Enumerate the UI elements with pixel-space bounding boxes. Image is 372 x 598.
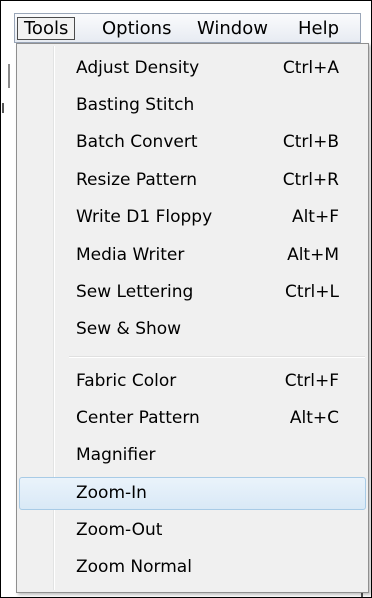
menu-item-label: Magnifier <box>76 445 156 465</box>
menu-window[interactable]: Window <box>191 17 274 40</box>
menu-item-shortcut: Alt+M <box>287 245 339 265</box>
menu-tools[interactable]: Tools <box>17 17 76 40</box>
menu-item-label: Zoom-Out <box>76 520 163 540</box>
tools-dropdown-menu: Adjust Density Ctrl+A Basting Stitch Bat… <box>16 43 369 593</box>
menu-item-fabric-color[interactable]: Fabric Color Ctrl+F <box>19 365 366 398</box>
menu-item-basting-stitch[interactable]: Basting Stitch <box>19 89 366 122</box>
menu-item-label: Fabric Color <box>76 371 177 391</box>
menu-separator <box>69 356 365 358</box>
menu-item-label: Batch Convert <box>76 132 198 152</box>
menu-item-sew-lettering[interactable]: Sew Lettering Ctrl+L <box>19 276 366 309</box>
screenshot-frame: Tools Options Window Help Adjust Density… <box>0 0 372 598</box>
menu-item-adjust-density[interactable]: Adjust Density Ctrl+A <box>19 52 366 85</box>
menu-item-label: Sew Lettering <box>76 282 194 302</box>
menu-item-label: Resize Pattern <box>76 170 198 190</box>
menu-item-center-pattern[interactable]: Center Pattern Alt+C <box>19 402 366 435</box>
menu-item-shortcut: Ctrl+R <box>282 170 339 190</box>
background-edge <box>8 64 10 88</box>
menu-bar: Tools Options Window Help <box>14 13 361 43</box>
background-edge <box>2 103 4 113</box>
menu-item-label: Write D1 Floppy <box>76 207 213 227</box>
menu-item-media-writer[interactable]: Media Writer Alt+M <box>19 239 366 272</box>
menu-item-zoom-out[interactable]: Zoom-Out <box>19 514 366 547</box>
menu-item-shortcut: Ctrl+A <box>282 58 339 78</box>
menu-item-label: Media Writer <box>76 245 185 265</box>
menu-item-batch-convert[interactable]: Batch Convert Ctrl+B <box>19 126 366 159</box>
menu-item-label: Basting Stitch <box>76 95 195 115</box>
background-window <box>2 45 16 593</box>
menu-item-label: Zoom-In <box>76 483 147 503</box>
menu-item-zoom-in[interactable]: Zoom-In <box>19 477 366 510</box>
menu-item-resize-pattern[interactable]: Resize Pattern Ctrl+R <box>19 164 366 197</box>
menu-item-shortcut: Alt+F <box>291 207 339 227</box>
menu-item-label: Zoom Normal <box>76 557 192 577</box>
menu-item-label: Sew & Show <box>76 319 182 339</box>
menu-item-shortcut: Ctrl+F <box>284 371 339 391</box>
menu-item-write-d1-floppy[interactable]: Write D1 Floppy Alt+F <box>19 201 366 234</box>
menu-item-zoom-normal[interactable]: Zoom Normal <box>19 551 366 584</box>
menu-item-label: Adjust Density <box>76 58 200 78</box>
menu-item-shortcut: Alt+C <box>289 408 339 428</box>
menu-item-shortcut: Ctrl+L <box>285 282 339 302</box>
menu-item-sew-and-show[interactable]: Sew & Show <box>19 313 366 346</box>
menu-item-label: Center Pattern <box>76 408 200 428</box>
menu-item-shortcut: Ctrl+B <box>282 132 339 152</box>
menu-item-magnifier[interactable]: Magnifier <box>19 439 366 472</box>
menu-options[interactable]: Options <box>96 17 177 40</box>
menu-help[interactable]: Help <box>292 17 345 40</box>
